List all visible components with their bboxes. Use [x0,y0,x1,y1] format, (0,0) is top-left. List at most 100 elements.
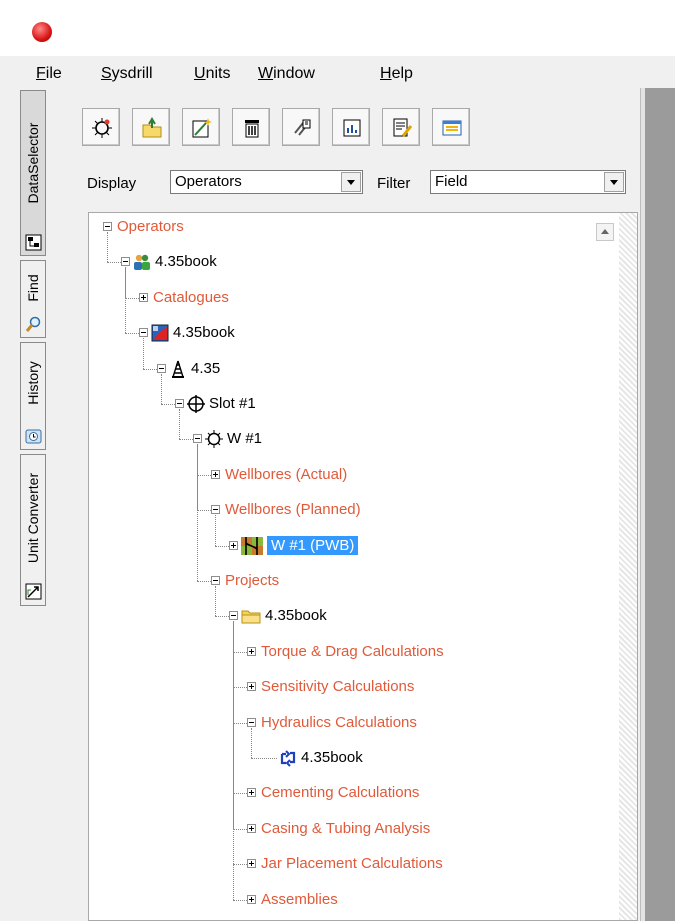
expand-icon[interactable] [247,788,256,798]
tree-node-label: W #1 (PWB) [267,535,359,555]
menu-sysdrill[interactable]: Sysdrill [101,65,153,83]
well-icon [205,430,223,449]
open-folder-icon [142,117,162,138]
window-button[interactable] [432,108,470,146]
collapse-icon[interactable] [229,611,238,621]
data-tree[interactable]: Operators 4.35book Catalogues 4.35book 4.35 S… [88,212,638,921]
scroll-up-button[interactable] [596,223,614,241]
tab-find[interactable]: Find [20,260,46,338]
tree-node[interactable]: Catalogues [139,288,579,310]
chevron-down-icon[interactable] [341,172,361,192]
tree-node-label: 4.35book [301,749,363,766]
display-select-value: Operators [175,173,242,190]
tree-node-label: Casing & Tubing Analysis [261,819,431,837]
tree-node[interactable]: 4.35book [229,606,579,628]
tree-node[interactable]: Assemblies [247,890,579,912]
collapse-icon[interactable] [247,717,256,727]
tree-node[interactable]: 4.35book [121,252,579,274]
tree-node-label: 4.35book [155,253,217,271]
tab-history[interactable]: History [20,342,46,450]
filter-label: Filter [377,175,411,192]
chevron-down-icon[interactable] [604,172,624,192]
edit-button[interactable] [382,108,420,146]
link-button[interactable] [282,108,320,146]
tree-node[interactable]: 4.35book [139,323,579,345]
tab-find-label: Find [25,274,41,302]
tree-connector [197,581,211,582]
expand-icon[interactable] [247,859,256,869]
app-logo-icon[interactable] [32,22,52,42]
tree-node[interactable]: Wellbores (Planned) [211,500,579,522]
expand-icon[interactable] [139,292,148,302]
expand-icon[interactable] [211,469,220,479]
new-well-button[interactable] [82,108,120,146]
collapse-icon[interactable] [103,222,112,231]
tree-connector [215,545,229,547]
tab-dataselector[interactable]: DataSelector [20,90,46,256]
hydraulics-case-icon [279,749,297,767]
expand-icon[interactable] [229,540,238,550]
field-icon [151,324,169,342]
tree-node[interactable]: Torque & Drag Calculations [247,642,579,664]
tree-node[interactable]: W #1 [193,429,579,451]
dataselector-icon [25,234,42,251]
tree-connector [215,616,229,618]
tree-node[interactable]: Operators [103,217,579,239]
report-button[interactable] [332,108,370,146]
tree-node[interactable]: W #1 (PWB) [229,535,579,558]
new-document-icon [192,118,212,138]
vertical-scrollbar[interactable] [619,213,637,920]
menu-file[interactable]: File [36,65,62,83]
tree-connector [197,510,211,512]
history-icon [25,429,42,444]
tree-node[interactable]: 4.35book [265,748,579,770]
tree-node[interactable]: Projects [211,571,579,593]
tree-node[interactable]: Hydraulics Calculations [247,713,579,735]
filter-select[interactable]: Field [430,170,626,194]
tree-node-label: Operators [117,218,184,235]
open-button[interactable] [132,108,170,146]
tree-node[interactable]: Jar Placement Calculations [247,854,579,876]
collapse-icon[interactable] [193,434,202,444]
collapse-icon[interactable] [121,257,130,267]
new-well-icon [92,118,112,138]
tree-node[interactable]: Casing & Tubing Analysis [247,819,579,841]
collapse-icon[interactable] [211,576,220,585]
tree-connector [233,793,247,795]
display-select[interactable]: Operators [170,170,363,194]
tree-node[interactable]: Slot #1 [175,394,579,416]
collapse-icon[interactable] [139,328,148,338]
company-icon [133,253,151,271]
expand-icon[interactable] [247,823,256,833]
tree-node[interactable]: Sensitivity Calculations [247,677,579,699]
tree-node[interactable]: Cementing Calculations [247,783,579,805]
collapse-icon[interactable] [157,363,166,373]
menu-help[interactable]: Help [380,65,413,83]
tree-node-label: Assemblies [261,890,338,908]
magnifier-icon [25,316,41,332]
tab-dataselector-label: DataSelector [25,122,41,204]
tree-connector [233,621,234,900]
tree-connector [179,439,193,441]
expand-icon[interactable] [247,682,256,692]
slot-icon [187,395,205,413]
delete-icon [245,120,259,138]
tree-node-label: Jar Placement Calculations [261,855,443,873]
tab-unit-converter[interactable]: Unit Converter [20,454,46,606]
menu-window[interactable]: Window [258,65,315,83]
collapse-icon[interactable] [175,399,184,408]
tree-node[interactable]: 4.35 [157,359,579,381]
edit-icon [393,118,413,137]
tree-node-label: Projects [225,572,280,589]
tree-node-label: 4.35book [265,607,327,625]
new-document-button[interactable] [182,108,220,146]
expand-icon[interactable] [247,894,256,904]
tree-connector [197,444,198,581]
report-icon [343,119,361,137]
expand-icon[interactable] [247,646,256,656]
menu-units[interactable]: Units [194,65,230,83]
tree-connector [233,864,247,866]
collapse-icon[interactable] [211,505,220,515]
tree-node[interactable]: Wellbores (Actual) [211,465,579,487]
delete-button[interactable] [232,108,270,146]
